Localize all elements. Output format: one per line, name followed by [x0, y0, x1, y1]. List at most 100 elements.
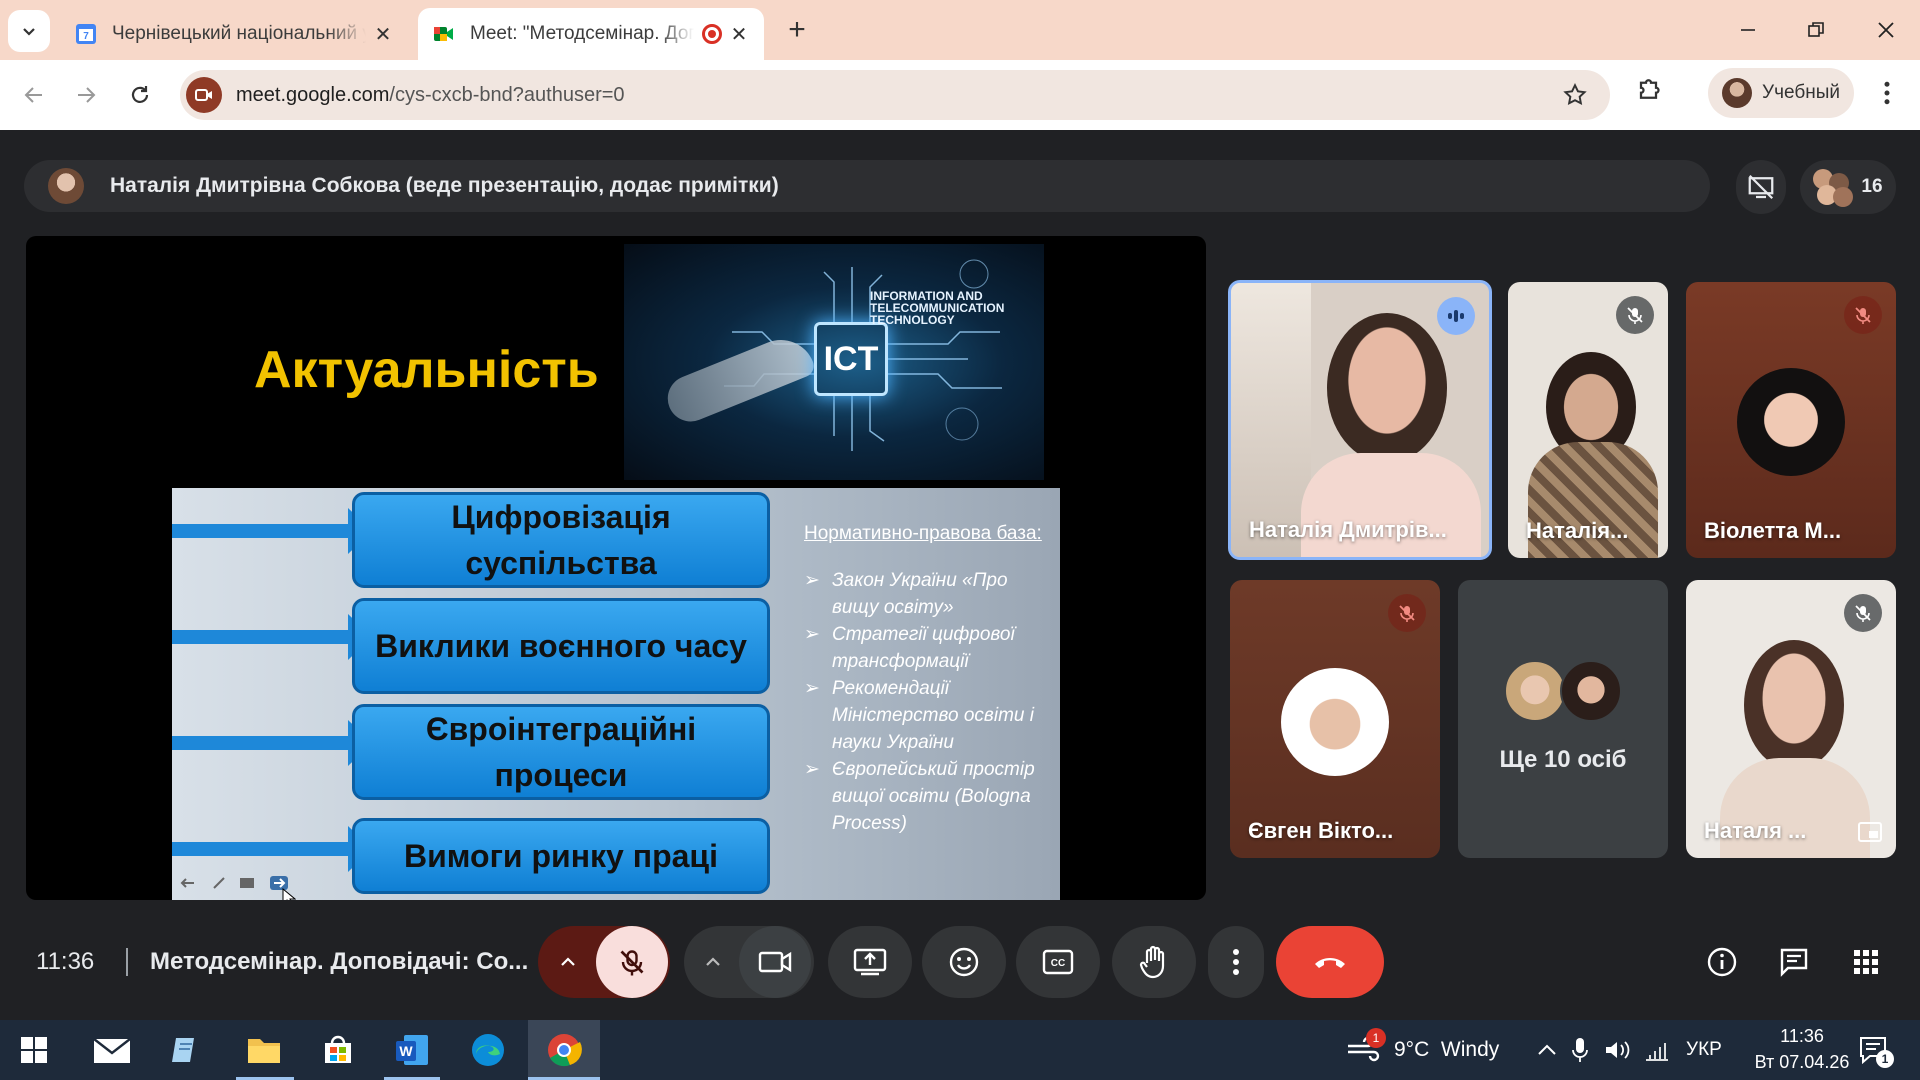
chat-button[interactable]	[1766, 926, 1822, 998]
participants-avatars	[1813, 169, 1854, 207]
camera-toggle-button[interactable]	[739, 926, 811, 998]
participant-name: Наталя ...	[1704, 818, 1807, 843]
activities-button[interactable]	[1838, 926, 1894, 998]
participants-pill[interactable]: 16	[1800, 160, 1896, 214]
recording-icon	[702, 24, 722, 44]
tab-strip: 7 Чернівецький національний у ✕ Meet: "М…	[0, 0, 1920, 60]
meet-favicon-icon	[434, 27, 453, 41]
captions-button[interactable]: CC	[1016, 926, 1100, 998]
windows-logo-icon	[21, 1037, 47, 1063]
close-icon	[1878, 22, 1894, 38]
close-window-button[interactable]	[1860, 10, 1912, 50]
ict-chip: ICT	[814, 322, 888, 396]
more-options-button[interactable]	[1208, 926, 1264, 998]
profile-name: Учебный	[1762, 82, 1840, 103]
mouse-cursor-icon	[282, 888, 296, 900]
notification-center-button[interactable]: 1	[1858, 1034, 1894, 1069]
normative-item: Стратегії цифрової трансформації	[804, 621, 1044, 675]
microphone-icon[interactable]	[1572, 1036, 1588, 1064]
slide-box-1: Цифровізація суспільства	[352, 492, 770, 588]
reload-button[interactable]	[120, 75, 160, 115]
store-icon	[325, 1035, 351, 1063]
participant-tile[interactable]: Віолетта М...	[1686, 282, 1896, 558]
back-button[interactable]	[14, 75, 54, 115]
browser-menu-icon[interactable]	[1872, 78, 1902, 108]
new-tab-button[interactable]: +	[780, 14, 814, 48]
restore-icon	[1808, 22, 1824, 37]
tab-search-button[interactable]	[8, 10, 50, 52]
presentation-off-icon	[1748, 174, 1774, 200]
audio-options-button[interactable]	[540, 953, 596, 971]
forward-button[interactable]	[66, 75, 106, 115]
notes-app[interactable]	[166, 1030, 206, 1070]
tray-chevron-up-icon[interactable]	[1536, 1042, 1558, 1058]
clock-time[interactable]: 11:36	[1762, 1026, 1842, 1047]
hide-self-view-button[interactable]	[1736, 160, 1786, 214]
picture-in-picture-icon[interactable]	[1858, 822, 1882, 842]
close-tab-icon[interactable]: ✕	[372, 22, 394, 47]
participant-tile[interactable]: Наталія...	[1508, 282, 1668, 558]
arrow-3	[172, 720, 372, 766]
normative-item: Закон України «Про вищу освіту»	[804, 567, 1044, 621]
store-app[interactable]	[318, 1030, 358, 1070]
arrow-left-icon	[24, 87, 42, 103]
start-button[interactable]	[14, 1030, 54, 1070]
meeting-details-button[interactable]	[1694, 926, 1750, 998]
present-button[interactable]	[828, 926, 912, 998]
slide-title: Актуальність	[254, 341, 599, 399]
participant-tile[interactable]: Євген Вікто...	[1230, 580, 1440, 858]
mail-app[interactable]	[92, 1030, 132, 1070]
language-indicator[interactable]: УКР	[1686, 1039, 1722, 1061]
calendar-favicon-icon: 7	[76, 24, 96, 44]
emoji-icon	[949, 947, 979, 977]
raise-hand-icon	[1139, 945, 1165, 979]
mic-group	[538, 926, 670, 998]
address-bar[interactable]: meet.google.com/cys-cxcb-bnd?authuser=0	[180, 70, 1610, 120]
tab-university[interactable]: 7 Чернівецький національний у ✕	[60, 8, 408, 60]
reactions-button[interactable]	[922, 926, 1006, 998]
presentation-stage[interactable]: Актуальність ICT INFORMATION AND TELECOM…	[26, 236, 1206, 900]
edge-icon	[472, 1034, 504, 1066]
weather-widget[interactable]: 1	[1346, 1028, 1386, 1067]
chrome-app[interactable]	[544, 1030, 584, 1070]
word-app[interactable]: W	[392, 1030, 432, 1070]
bookmark-star-icon[interactable]	[1562, 82, 1588, 108]
chrome-icon	[548, 1034, 582, 1067]
participant-count: 16	[1861, 176, 1883, 197]
profile-button[interactable]: Учебный	[1708, 68, 1854, 118]
participant-tile[interactable]: Наталя ...	[1686, 580, 1896, 858]
file-explorer[interactable]	[244, 1030, 284, 1070]
svg-text:7: 7	[83, 31, 89, 42]
screen: 7 Чернівецький національний у ✕ Meet: "М…	[0, 0, 1920, 1080]
video-options-button[interactable]	[687, 953, 739, 971]
minimize-button[interactable]	[1722, 10, 1774, 50]
meeting-time: 11:36	[36, 948, 95, 975]
leave-call-button[interactable]	[1276, 926, 1384, 998]
mic-toggle-button[interactable]	[596, 926, 668, 998]
volume-icon[interactable]	[1604, 1038, 1632, 1062]
participant-tile[interactable]: Наталія Дмитрів...	[1228, 280, 1492, 560]
chevron-up-icon	[561, 957, 575, 966]
restore-button[interactable]	[1790, 10, 1842, 50]
site-info-icon[interactable]	[186, 77, 222, 113]
browser-toolbar: meet.google.com/cys-cxcb-bnd?authuser=0 …	[0, 60, 1920, 130]
more-participants-tile[interactable]: Ще 10 осіб	[1458, 580, 1668, 858]
slide-body: Цифровізація суспільства Виклики воєнног…	[172, 488, 1060, 900]
tab-meet[interactable]: Meet: "Методсемінар. Доп ✕	[418, 8, 764, 60]
normative-item: Європейський простір вищої освіти (Bolog…	[804, 756, 1044, 837]
more-vert-icon	[1233, 949, 1239, 975]
folder-icon	[248, 1039, 280, 1063]
edge-app[interactable]	[468, 1030, 508, 1070]
clock-date[interactable]: Вт 07.04.26	[1752, 1052, 1852, 1073]
notification-count: 1	[1876, 1050, 1894, 1068]
camera-icon	[758, 951, 792, 973]
close-tab-icon[interactable]: ✕	[728, 22, 750, 47]
speaking-indicator-icon	[1437, 297, 1475, 335]
extensions-puzzle-icon[interactable]	[1636, 74, 1666, 104]
wifi-icon[interactable]	[1644, 1038, 1670, 1062]
mic-off-icon	[1388, 594, 1426, 632]
slideshow-nav-controls[interactable]	[178, 872, 298, 894]
tab-title: Meet: "Методсемінар. Доп	[470, 23, 694, 44]
camera-group	[684, 926, 814, 998]
raise-hand-button[interactable]	[1112, 926, 1196, 998]
